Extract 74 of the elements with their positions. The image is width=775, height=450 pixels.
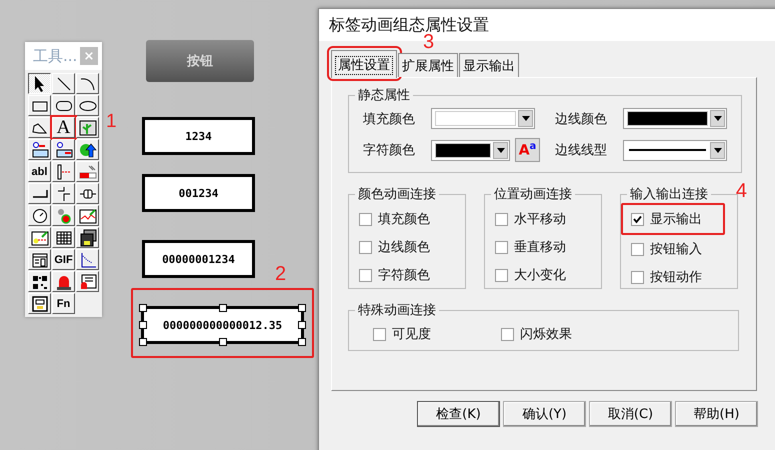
field-label: 边线颜色: [555, 110, 608, 128]
resize-handle[interactable]: [218, 338, 226, 346]
annotation-number: 3: [423, 32, 434, 52]
font-button[interactable]: A$^{a}$: [515, 138, 540, 162]
tool-button[interactable]: Fn: [52, 293, 75, 314]
checkbox-box[interactable]: [495, 268, 508, 282]
color-dropdown[interactable]: [431, 140, 510, 160]
plant-picture-icon: [78, 118, 98, 136]
resize-handle[interactable]: [298, 338, 306, 346]
checkbox[interactable]: 按钮动作: [631, 265, 737, 289]
bar-meter-icon: [78, 162, 98, 180]
text-display[interactable]: 000000000000012.35: [141, 306, 304, 344]
line-style-dropdown[interactable]: [623, 140, 727, 160]
checkbox[interactable]: 大小变化: [495, 263, 601, 287]
text-display[interactable]: 00000001234: [142, 240, 255, 278]
checkbox[interactable]: 字符颜色: [359, 263, 465, 287]
text-display[interactable]: 001234: [142, 174, 255, 212]
table-grid-icon: [54, 228, 74, 246]
report-icon: [30, 294, 50, 312]
checkbox[interactable]: 闪烁效果: [501, 322, 572, 346]
resize-handle[interactable]: [139, 304, 147, 312]
field-label: 填充颜色: [363, 110, 416, 128]
tab[interactable]: 扩展属性: [398, 53, 458, 77]
toolbox-title: 工具...: [33, 46, 78, 66]
resize-handle[interactable]: [139, 321, 147, 329]
checkbox-box[interactable]: [359, 240, 372, 254]
group-title: 颜色动画连接: [357, 186, 437, 203]
tab[interactable]: 属性设置: [331, 50, 397, 78]
checkbox[interactable]: 可见度: [373, 322, 431, 346]
dialog-button[interactable]: 确认(Y): [503, 401, 586, 427]
trend-chart-icon: [78, 206, 98, 224]
checkbox[interactable]: 填充颜色: [359, 207, 465, 231]
checkbox[interactable]: 垂直移动: [495, 235, 601, 259]
checkbox[interactable]: 水平移动: [495, 207, 601, 231]
checkbox-box[interactable]: [359, 268, 372, 282]
tool-button[interactable]: GIF: [52, 249, 75, 270]
field-label: 边线线型: [555, 142, 608, 159]
checkbox-box[interactable]: [495, 212, 508, 226]
keyboard-input-icon: [30, 140, 50, 158]
tab[interactable]: 显示输出: [459, 53, 519, 77]
group-title: 位置动画连接: [493, 186, 573, 203]
window-title: 标签动画组态属性设置: [329, 14, 489, 34]
checkbox-box[interactable]: [495, 240, 508, 254]
group-title: 输入输出连接: [629, 186, 709, 203]
resize-handle[interactable]: [298, 321, 306, 329]
dialog-button[interactable]: 帮助(H): [675, 401, 758, 427]
dialog-button[interactable]: 检查(K): [417, 401, 500, 427]
resize-handle[interactable]: [298, 304, 306, 312]
checkbox-box[interactable]: [631, 270, 644, 284]
resize-handle[interactable]: [139, 338, 147, 346]
color-dropdown[interactable]: [623, 108, 727, 129]
checkbox-box[interactable]: [631, 212, 644, 226]
dialog-button[interactable]: 取消(C): [589, 401, 672, 427]
group-title: 特殊动画连接: [357, 302, 437, 319]
history-chart-icon: [30, 228, 50, 246]
annotation-number: 2: [275, 264, 286, 284]
checkbox-box[interactable]: [631, 242, 644, 256]
checkbox-box[interactable]: [501, 328, 514, 340]
floppy-disk-icon: [78, 228, 98, 246]
text-display[interactable]: 1234: [142, 117, 255, 155]
field-label: 字符颜色: [363, 142, 416, 159]
annotation-number: 4: [736, 181, 747, 201]
resize-handle[interactable]: [218, 304, 226, 312]
form-icon: [30, 250, 50, 268]
checkbox-box[interactable]: [373, 328, 386, 340]
checkbox[interactable]: 按钮输入: [631, 237, 737, 261]
tool-button[interactable]: abl: [28, 161, 51, 182]
keyboard-output-icon: [54, 140, 74, 158]
color-dropdown[interactable]: [431, 108, 535, 129]
checkbox-box[interactable]: [359, 212, 372, 226]
annotation-number: 1: [106, 112, 117, 131]
group-title: 静态属性: [357, 87, 411, 104]
tool-button[interactable]: [28, 73, 51, 94]
checkbox[interactable]: 边线颜色: [359, 235, 465, 259]
